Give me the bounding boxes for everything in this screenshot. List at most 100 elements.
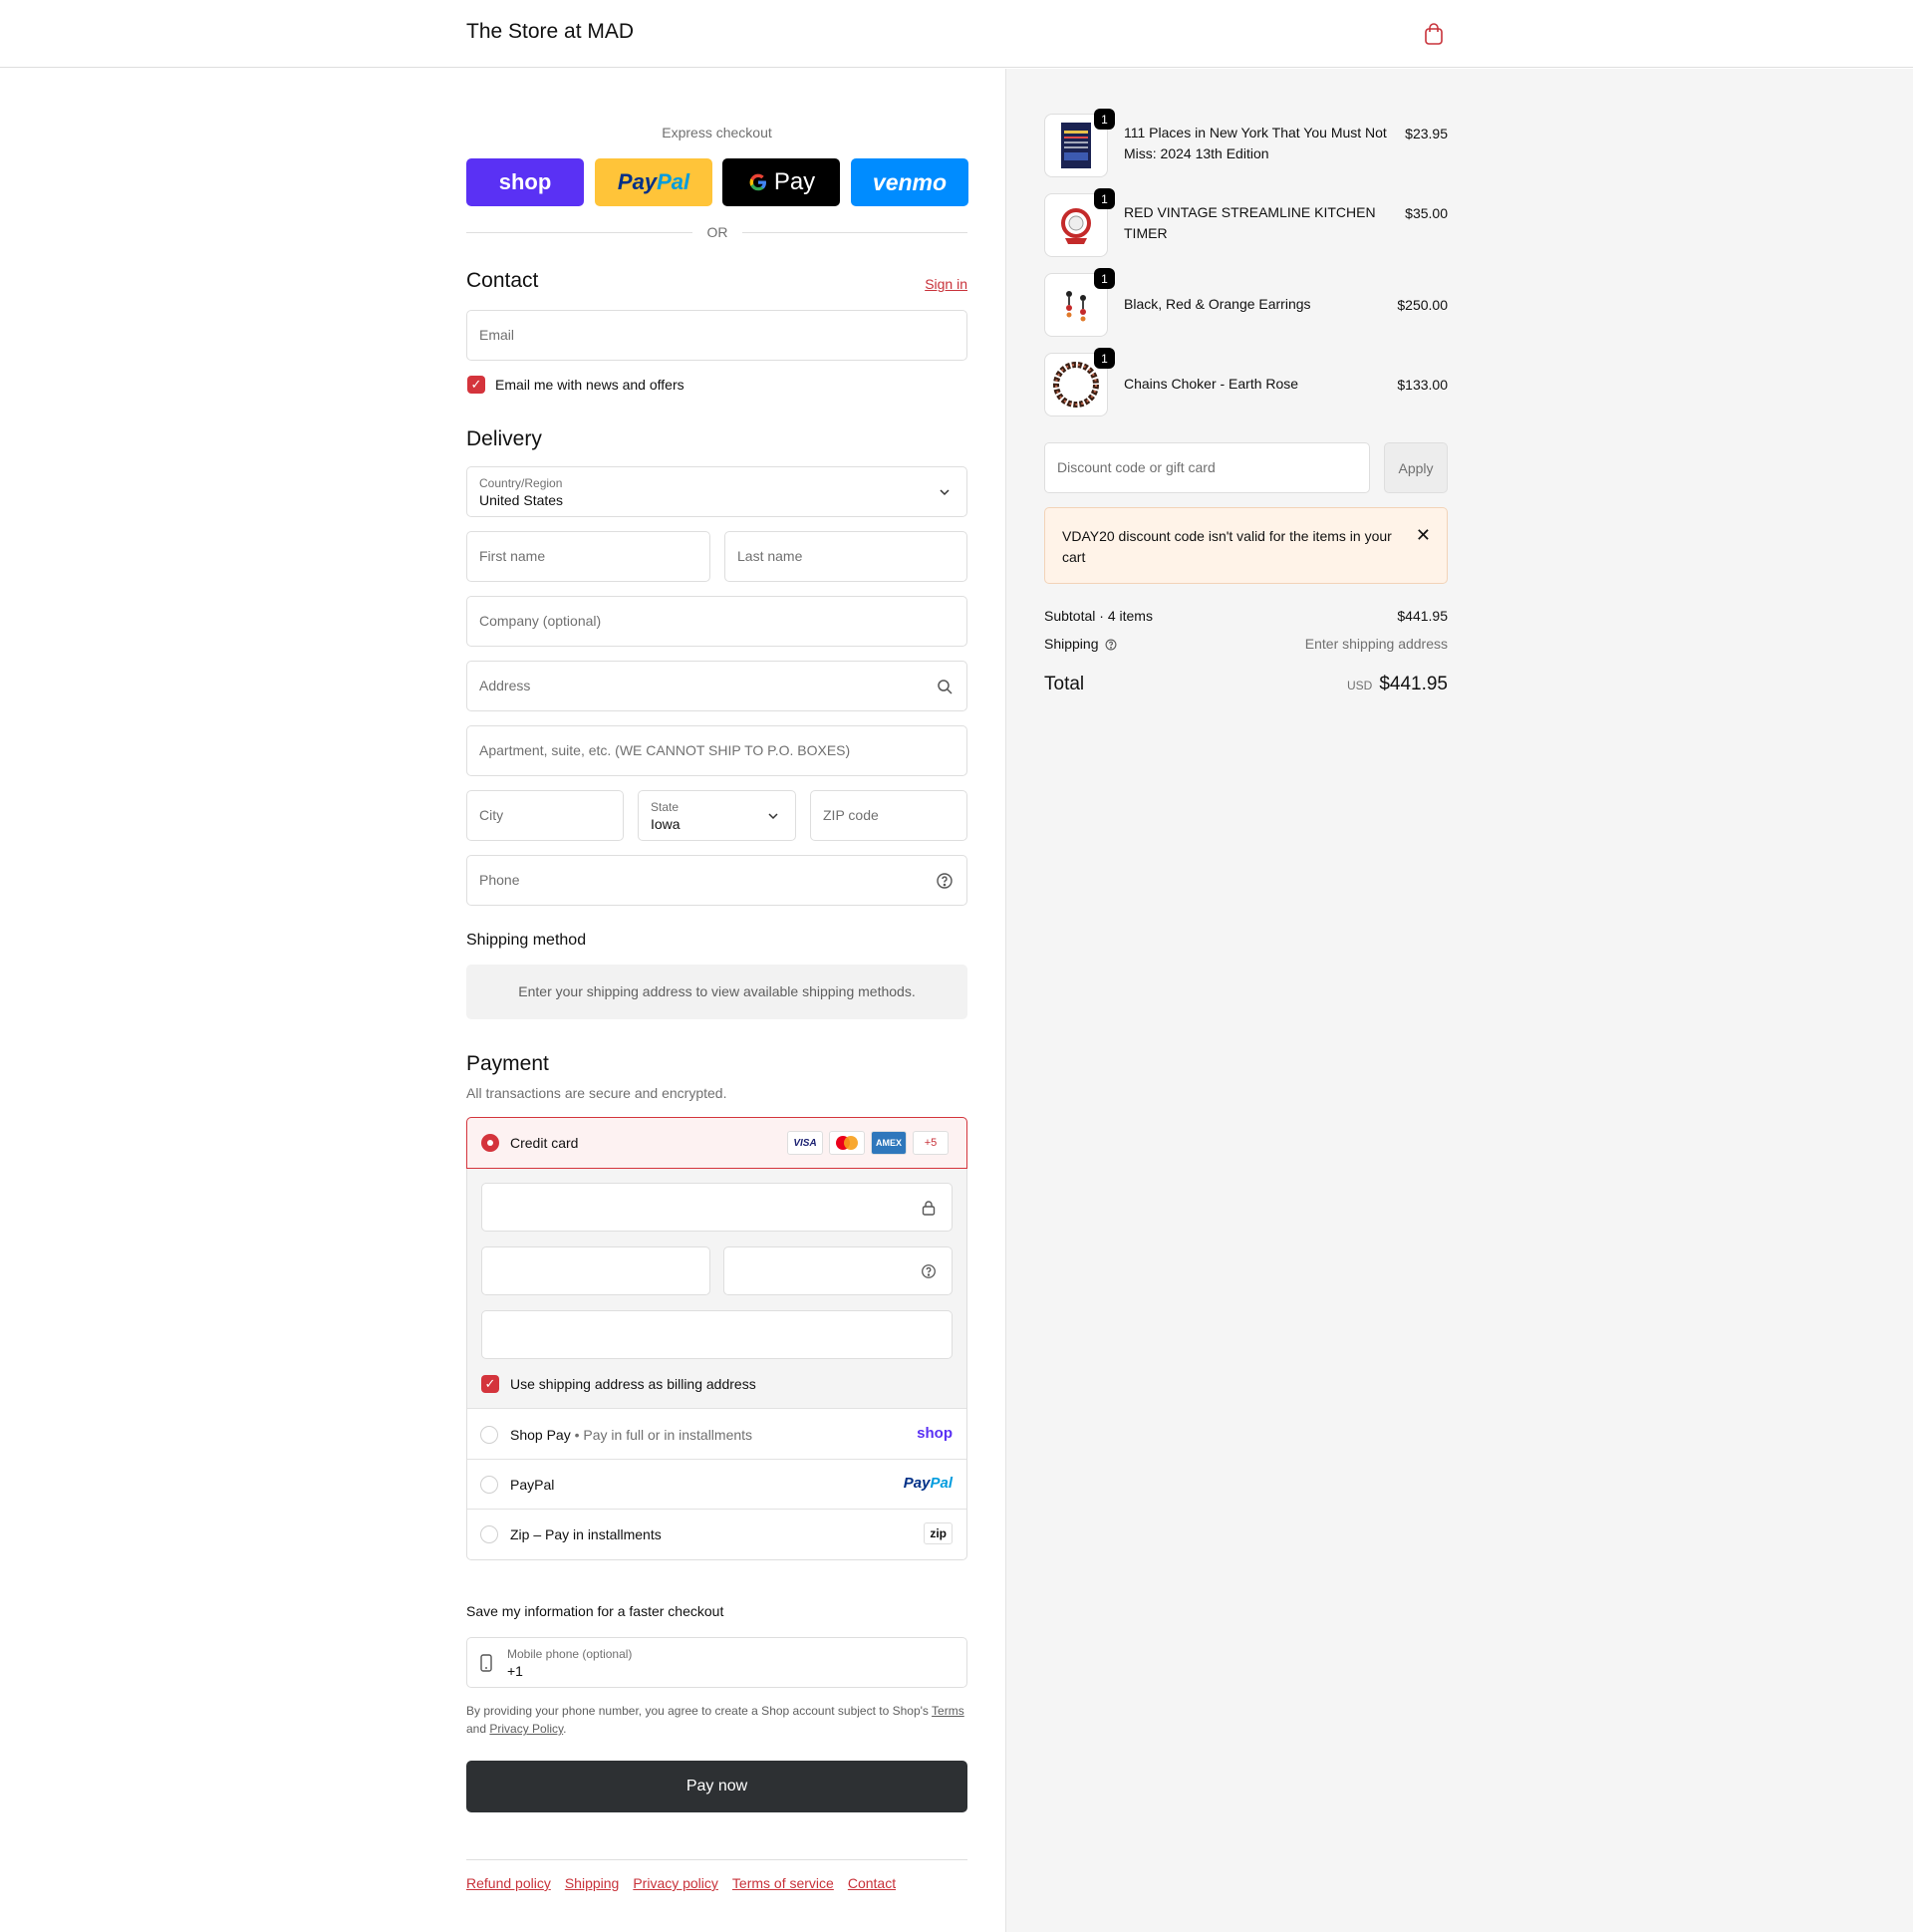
shop-pay-label-group: Shop Pay • Pay in full or in installment… (510, 1427, 752, 1443)
email-field[interactable]: Email (466, 310, 967, 361)
total-label: Total (1044, 674, 1085, 694)
zip-radio[interactable] (480, 1525, 498, 1543)
country-label: Country/Region (479, 476, 563, 490)
visa-logo: VISA (787, 1131, 823, 1155)
apartment-placeholder: Apartment, suite, etc. (WE CANNOT SHIP T… (479, 742, 851, 758)
privacy-policy-footer-link[interactable]: Privacy policy (633, 1875, 718, 1891)
shopping-bag-icon[interactable] (1423, 22, 1445, 46)
contact-link[interactable]: Contact (848, 1875, 896, 1891)
shop-pay-button[interactable]: shop (466, 158, 584, 206)
chevron-down-icon (768, 813, 778, 820)
discount-error-banner: VDAY20 discount code isn't valid for the… (1044, 507, 1448, 584)
item-name: Black, Red & Orange Earrings (1124, 296, 1311, 312)
company-placeholder: Company (optional) (479, 613, 602, 629)
state-label: State (651, 800, 680, 814)
paypal-option[interactable]: PayPal PayPal (467, 1460, 966, 1510)
total-value: $441.95 (1379, 674, 1448, 694)
security-code-field[interactable] (723, 1246, 953, 1295)
country-select[interactable]: Country/Region United States (466, 466, 967, 517)
google-pay-button[interactable]: Pay (722, 158, 840, 206)
or-separator: OR (706, 224, 728, 240)
subtotal-value: $441.95 (1397, 608, 1448, 624)
help-circle-icon[interactable] (935, 871, 955, 891)
company-field[interactable]: Company (optional) (466, 596, 967, 647)
paypal-button[interactable]: Pay Pal (595, 158, 712, 206)
paypal-label: PayPal (510, 1477, 555, 1493)
payment-title: Payment (466, 1052, 549, 1075)
legal-text-1: By providing your phone number, you agre… (466, 1704, 929, 1718)
last-name-field[interactable]: Last name (724, 531, 967, 582)
legal-text: By providing your phone number, you agre… (466, 1702, 967, 1738)
paypal-radio[interactable] (480, 1476, 498, 1494)
item-price: $250.00 (1397, 297, 1448, 313)
paypal-logo: PayPal (904, 1475, 953, 1492)
mobile-phone-label: Mobile phone (optional) (507, 1647, 633, 1661)
bullet-separator: • (574, 1427, 580, 1443)
address-placeholder: Address (479, 678, 531, 693)
item-name: 111 Places in New York That You Must Not… (1124, 125, 1387, 161)
zip-placeholder: ZIP code (823, 807, 879, 823)
apply-discount-button[interactable]: Apply (1384, 442, 1448, 493)
shipping-method-placeholder: Enter your shipping address to view avai… (466, 965, 967, 1019)
sign-in-link[interactable]: Sign in (925, 276, 967, 292)
google-g-icon (749, 173, 766, 191)
mobile-phone-field[interactable]: Mobile phone (optional) +1 (466, 1637, 967, 1688)
city-field[interactable]: City (466, 790, 624, 841)
mastercard-logo (829, 1131, 865, 1155)
quantity-badge: 1 (1094, 188, 1115, 209)
apartment-field[interactable]: Apartment, suite, etc. (WE CANNOT SHIP T… (466, 725, 967, 776)
lock-icon (922, 1201, 936, 1216)
email-placeholder: Email (479, 327, 515, 343)
google-pay-label: Pay (773, 168, 816, 195)
last-name-placeholder: Last name (737, 548, 803, 564)
close-icon[interactable]: ✕ (1416, 525, 1431, 546)
mobile-phone-icon (480, 1654, 492, 1672)
credit-card-option[interactable]: Credit card VISA AMEX +5 (466, 1117, 967, 1169)
news-checkbox[interactable]: ✓ (467, 376, 485, 394)
shop-pay-radio[interactable] (480, 1426, 498, 1444)
item-price: $23.95 (1405, 126, 1448, 141)
subtotal-row: Subtotal · 4 items $441.95 (1044, 608, 1448, 624)
footer-links: Refund policy Shipping Privacy policy Te… (466, 1875, 896, 1891)
store-name[interactable]: The Store at MAD (466, 20, 634, 44)
first-name-field[interactable]: First name (466, 531, 710, 582)
zip-option[interactable]: Zip – Pay in installments zip (467, 1510, 966, 1559)
country-value: United States (479, 492, 564, 508)
discount-code-field[interactable]: Discount code or gift card (1044, 442, 1370, 493)
terms-of-service-link[interactable]: Terms of service (732, 1875, 834, 1891)
shipping-row: Shipping Enter shipping address (1044, 636, 1448, 652)
shipping-policy-link[interactable]: Shipping (565, 1875, 620, 1891)
contact-title: Contact (466, 269, 539, 292)
credit-card-radio[interactable] (481, 1134, 499, 1152)
shop-pay-option[interactable]: Shop Pay • Pay in full or in installment… (467, 1410, 966, 1460)
shop-pay-logo: shop (917, 1425, 953, 1442)
help-circle-icon[interactable] (1104, 638, 1118, 652)
address-field[interactable]: Address (466, 661, 967, 711)
privacy-policy-link[interactable]: Privacy Policy (489, 1722, 563, 1736)
refund-policy-link[interactable]: Refund policy (466, 1875, 551, 1891)
venmo-logo: venmo (872, 168, 948, 195)
shop-pay-sublabel: Pay in full or in installments (583, 1427, 753, 1443)
pay-now-button[interactable]: Pay now (466, 1761, 967, 1812)
state-select[interactable]: State Iowa (638, 790, 796, 841)
help-circle-icon[interactable] (920, 1262, 938, 1280)
billing-address-checkbox[interactable]: ✓ (481, 1375, 499, 1393)
phone-placeholder: Phone (479, 872, 520, 888)
card-number-field[interactable] (481, 1183, 953, 1232)
phone-field[interactable]: Phone (466, 855, 967, 906)
expiration-date-field[interactable] (481, 1246, 710, 1295)
discount-error-text: VDAY20 discount code isn't valid for the… (1062, 528, 1392, 565)
mobile-phone-value: +1 (507, 1663, 523, 1679)
subtotal-label: Subtotal · 4 items (1044, 608, 1153, 624)
shipping-value: Enter shipping address (1304, 636, 1448, 652)
paypal-logo-pay: Pay (903, 1475, 931, 1492)
name-on-card-field[interactable] (481, 1310, 953, 1359)
terms-link[interactable]: Terms (932, 1704, 964, 1718)
amex-logo: AMEX (871, 1131, 907, 1155)
paypal-logo-pay: Pay (617, 169, 658, 194)
venmo-button[interactable]: venmo (851, 158, 968, 206)
item-name: RED VINTAGE STREAMLINE KITCHEN TIMER (1124, 204, 1376, 241)
zip-field[interactable]: ZIP code (810, 790, 967, 841)
city-placeholder: City (479, 807, 504, 823)
divider-left (466, 232, 692, 233)
